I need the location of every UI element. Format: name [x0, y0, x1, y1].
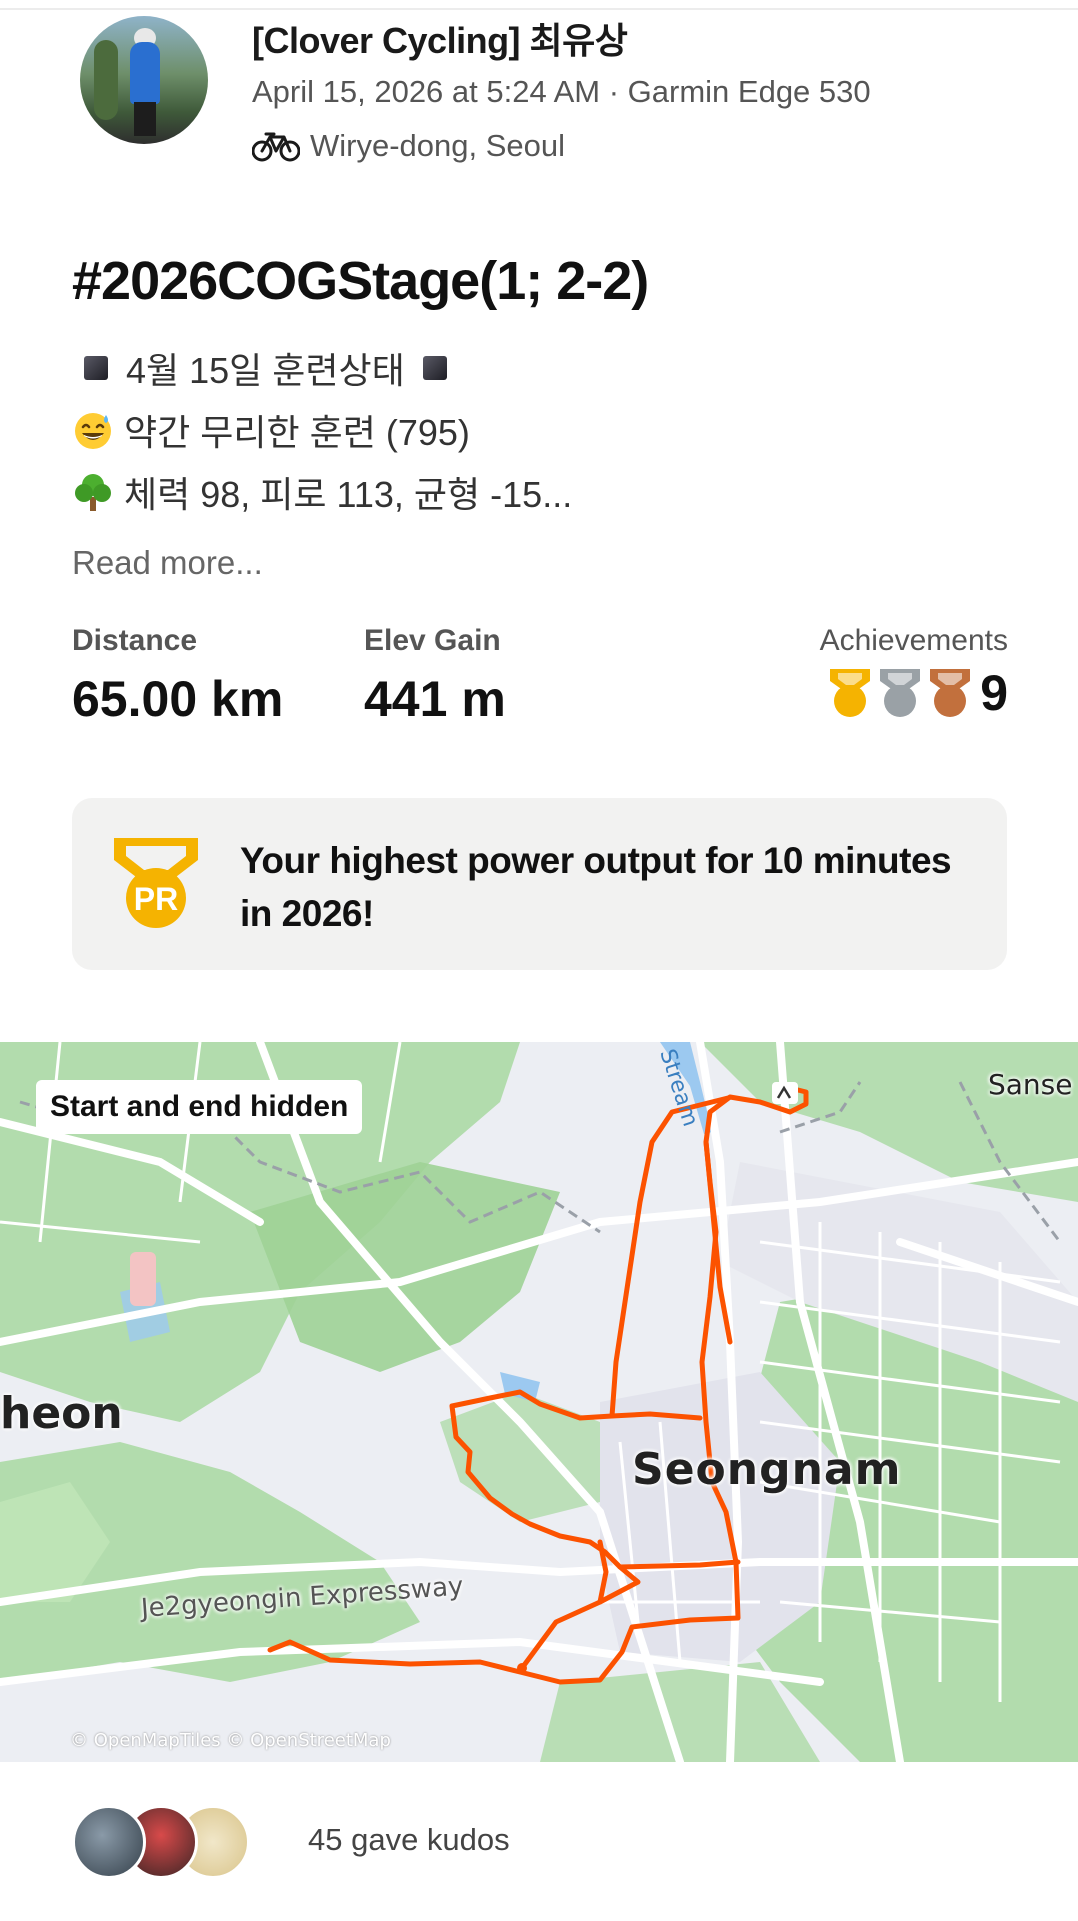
black-square-icon [422, 356, 447, 380]
activity-title[interactable]: #2026COGStage(1; 2-2) [72, 250, 649, 312]
distance-label: Distance [72, 624, 198, 657]
activity-header: [Clover Cycling] 최유상 April 15, 2026 at 5… [0, 0, 1078, 180]
route-map[interactable]: Stream Start and end hidden Seongnam heo… [0, 1042, 1078, 1762]
map-west-label: heon [0, 1388, 123, 1439]
description-line-3: 체력 98, 피로 113, 균형 -15... [72, 466, 572, 518]
activity-location: Wirye-dong, Seoul [252, 128, 565, 164]
gold-medal-icon [830, 669, 871, 717]
description-text-1: 4월 15일 훈련상태 [126, 350, 405, 391]
description-text-3: 체력 98, 피로 113, 균형 -15... [124, 474, 573, 515]
sweat-smile-emoji [75, 413, 111, 449]
pr-text: Your highest power output for 10 minutes… [240, 840, 952, 934]
description-line-2: 약간 무리한 훈련 (795) [72, 404, 470, 456]
kudos-text[interactable]: 45 gave kudos [308, 1822, 510, 1858]
athlete-avatar[interactable] [80, 16, 208, 144]
achievements-summary[interactable]: 9 [826, 664, 1008, 722]
pr-medal-icon: PR [114, 838, 198, 928]
elev-gain-label: Elev Gain [364, 624, 501, 657]
map-canvas: Stream [0, 1042, 1078, 1762]
kudo-avatar [72, 1805, 146, 1879]
map-city-label: Seongnam [632, 1444, 902, 1495]
description-text-2: 약간 무리한 훈련 (795) [124, 412, 470, 453]
avatar-legs [134, 102, 156, 136]
distance-value: 65.00 km [72, 671, 284, 727]
pr-highlight-card[interactable]: PR Your highest power output for 10 minu… [72, 798, 1007, 970]
activity-meta: April 15, 2026 at 5:24 AM · Garmin Edge … [252, 74, 871, 109]
achievements-count: 9 [980, 665, 1008, 721]
silver-medal-icon [880, 669, 921, 717]
avatar-body [130, 42, 160, 104]
read-more-link[interactable]: Read more... [72, 544, 263, 582]
bronze-medal-icon [930, 669, 971, 717]
tree-emoji [75, 474, 111, 511]
map-credit[interactable]: © OpenMapTiles © OpenStreetMap [70, 1730, 391, 1751]
elev-gain-value: 441 m [364, 671, 506, 727]
location-text: Wirye-dong, Seoul [310, 128, 566, 163]
kudos-row[interactable]: 45 gave kudos [72, 1804, 510, 1880]
pr-badge-text: PR [134, 881, 178, 917]
athlete-name[interactable]: [Clover Cycling] 최유상 [252, 12, 628, 64]
description-line-1: 4월 15일 훈련상태 [72, 342, 447, 394]
start-end-hidden-pill: Start and end hidden [36, 1080, 363, 1134]
map-bike-marker [772, 1082, 798, 1104]
avatar-bg-tree [94, 40, 118, 120]
bike-icon [252, 132, 300, 162]
map-east-label: Sanse [988, 1068, 1073, 1101]
achievements-label: Achievements [819, 624, 1008, 657]
black-square-icon [84, 356, 108, 380]
